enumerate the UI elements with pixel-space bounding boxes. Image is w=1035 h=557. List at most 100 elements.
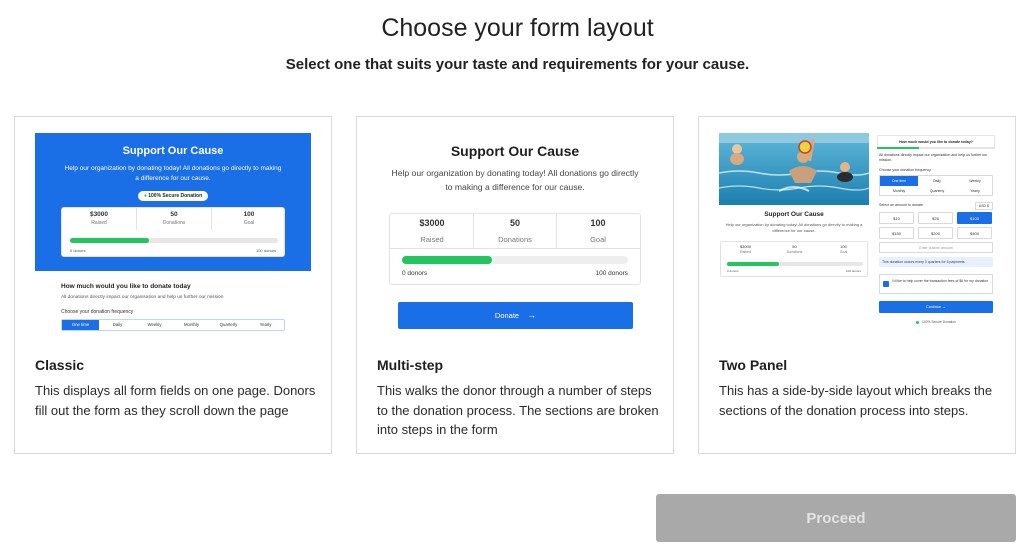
step-progress-fill <box>877 147 920 149</box>
multi-step-progress-bar <box>402 256 628 264</box>
cover-fees-label: I'd like to help cover the transaction f… <box>892 279 989 283</box>
recurring-note: This donation occurs every 3 quarters fo… <box>879 257 993 267</box>
stat-label: Goal <box>590 235 606 244</box>
progress-end-label: 100 donors <box>255 248 276 253</box>
frequency-option: Yearly <box>970 189 980 193</box>
amount-option: $10 <box>879 212 914 224</box>
stat-value: 50 <box>792 244 797 249</box>
two-panel-intro: All donations directly impact our organi… <box>879 153 988 162</box>
stat-label: Raised <box>420 235 444 244</box>
two-panel-right-panel: How much would you like to donate today?… <box>877 133 995 349</box>
stat-value: $3000 <box>419 218 445 228</box>
frequency-option: Weekly <box>969 179 981 183</box>
multi-step-stat-raised: $3000 Raised <box>390 218 474 244</box>
layout-card-description: This displays all form fields on one pag… <box>35 383 316 418</box>
amount-option: $400 <box>957 227 992 239</box>
two-panel-progress-fill <box>727 262 779 266</box>
classic-stat-raised: $3000 Raised <box>62 211 136 226</box>
two-panel-stats: $3000 Raised 50 Donations 100 Goal 0 don… <box>720 241 868 277</box>
classic-preview-image: Support Our Cause Help our organization … <box>35 133 311 349</box>
stat-value: 50 <box>509 218 520 228</box>
progress-start-label: 0 donors <box>727 269 739 273</box>
custom-amount-input: Enter custom amount <box>879 242 993 253</box>
classic-preview-stats: $3000 Raised 50 Donations 100 Goal 0 don… <box>61 207 285 257</box>
layout-card-title: Multi-step <box>377 357 444 373</box>
stat-label: Goal <box>839 250 848 254</box>
amount-option: $150 <box>879 227 914 239</box>
divider <box>390 248 640 249</box>
frequency-option: Daily <box>112 322 123 327</box>
classic-preview-text: Help our organization by donating today!… <box>64 165 282 182</box>
two-panel-step-progress <box>877 147 995 149</box>
classic-preview-body: How much would you like to donate today … <box>35 271 311 349</box>
amount-option: $25 <box>918 212 953 224</box>
page-subtitle: Select one that suits your taste and req… <box>285 56 750 73</box>
classic-progress-fill <box>70 238 150 243</box>
two-panel-stat-donations: 50 Donations <box>770 244 819 254</box>
multi-step-preview-image: Support Our Cause Help our organization … <box>377 133 653 349</box>
classic-progress-bar <box>70 238 278 243</box>
cover-fees-option: I'd like to help cover the transaction f… <box>879 274 993 294</box>
frequency-option: Quarterly <box>219 322 238 327</box>
multi-step-preview-stats: $3000 Raised 50 Donations 100 Goal 0 don… <box>389 213 641 285</box>
stat-value: 100 <box>243 211 255 218</box>
two-panel-stat-goal: 100 Goal <box>819 244 868 254</box>
secure-icon: ● <box>143 193 147 199</box>
multi-step-stat-goal: 100 Goal <box>556 218 640 244</box>
two-panel-amount-label: Select an amount to donate <box>879 203 923 207</box>
classic-frequency-options: One time Daily Weekly Monthly Quarterly … <box>61 319 285 331</box>
classic-question-sub: All donations directly impact our organi… <box>61 295 224 300</box>
frequency-option: Monthly <box>892 189 906 193</box>
two-panel-frequency-label: Choose your donation frequency <box>879 168 931 172</box>
frequency-option: Weekly <box>147 322 162 327</box>
classic-stat-goal: 100 Goal <box>212 211 286 226</box>
layout-card-classic[interactable]: Support Our Cause Help our organization … <box>14 116 332 454</box>
frequency-option: Daily <box>933 179 941 183</box>
proceed-button[interactable]: Proceed <box>656 494 1016 542</box>
progress-start-label: 0 donors <box>70 248 86 253</box>
donate-button-label: Donate <box>494 311 520 320</box>
classic-preview-heading: Support Our Cause <box>122 145 224 157</box>
classic-question: How much would you like to donate today <box>61 283 191 290</box>
two-panel-text: Help our organization by donating today!… <box>725 222 863 233</box>
two-panel-left-panel: Support Our Cause Help our organization … <box>719 133 869 349</box>
stat-label: Donations <box>786 250 803 254</box>
multi-step-stat-donations: 50 Donations <box>473 218 557 244</box>
frequency-option: One time <box>880 176 918 186</box>
two-panel-heading: Support Our Cause <box>764 211 824 218</box>
amount-option: $200 <box>918 227 953 239</box>
frequency-option: Yearly <box>259 322 272 327</box>
stat-label: Raised <box>91 220 107 226</box>
two-panel-preview-image: Support Our Cause Help our organization … <box>719 133 995 349</box>
progress-start-label: 0 donors <box>402 270 428 277</box>
stat-label: Donations <box>498 235 532 244</box>
currency-select: USD $ <box>974 202 993 210</box>
frequency-option: One time <box>62 320 99 330</box>
stat-value: $3000 <box>739 244 752 249</box>
layout-card-title: Classic <box>35 357 85 373</box>
multi-step-donate-button: Donate → <box>398 302 633 329</box>
progress-end-label: 100 donors <box>845 269 861 273</box>
stat-value: 50 <box>170 211 178 218</box>
layout-card-title: Two Panel <box>719 357 788 373</box>
two-panel-progress-bar <box>727 262 863 266</box>
layout-card-multi-step[interactable]: Support Our Cause Help our organization … <box>356 116 674 454</box>
secure-label: 100% Secure Donation <box>922 320 956 324</box>
amount-option: $100 <box>957 212 992 224</box>
stat-label: Raised <box>740 250 751 254</box>
multi-step-preview-text: Help our organization by donating today!… <box>391 168 639 192</box>
classic-preview-header: Support Our Cause Help our organization … <box>35 133 311 271</box>
layout-card-description: This has a side-by-side layout which bre… <box>719 383 993 418</box>
stat-value: 100 <box>590 218 606 228</box>
layout-card-description: This walks the donor through a number of… <box>377 383 659 437</box>
two-panel-frequency-options: One time Daily Weekly Monthly Quarterly … <box>879 175 993 196</box>
arrow-right-icon: → <box>527 310 537 320</box>
frequency-option: Quarterly <box>929 189 945 193</box>
classic-secure-badge-label: 100% Secure Donation <box>148 193 203 199</box>
classic-stat-donations: 50 Donations <box>137 211 211 226</box>
layout-card-two-panel[interactable]: Support Our Cause Help our organization … <box>698 116 1016 454</box>
frequency-option: Monthly <box>183 322 200 327</box>
two-panel-continue-button: Continue → <box>879 301 993 313</box>
multi-step-progress-fill <box>402 256 493 264</box>
two-panel-stat-raised: $3000 Raised <box>721 244 770 254</box>
